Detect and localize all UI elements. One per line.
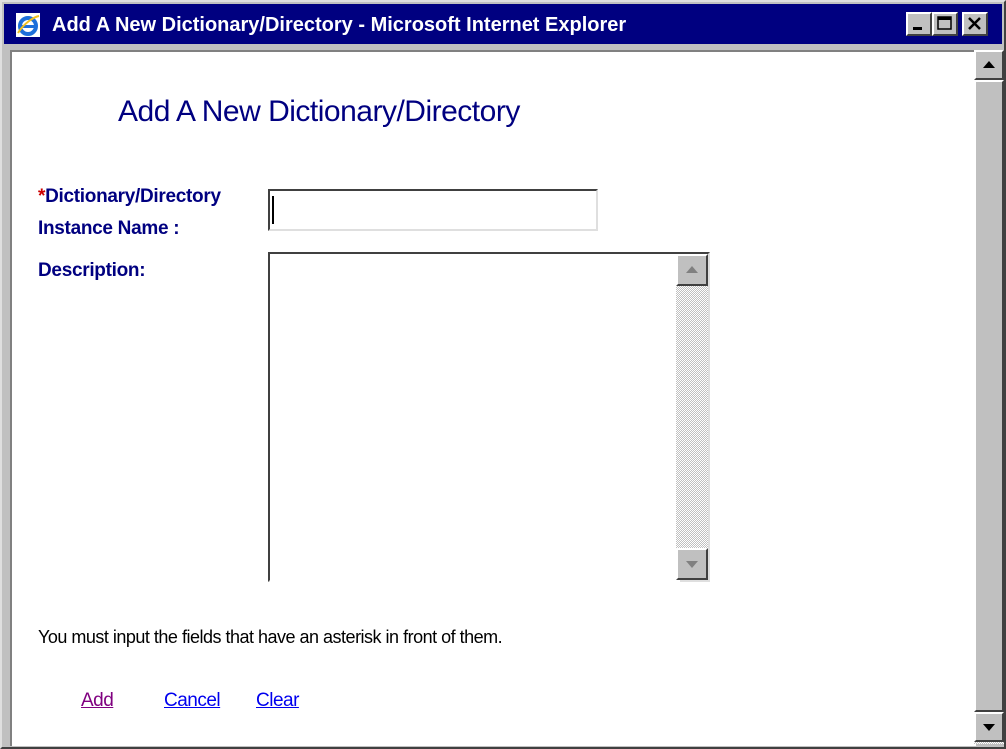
- page-scroll-up-button[interactable]: [974, 50, 1004, 80]
- instance-name-label-line1: Dictionary/Directory: [45, 186, 221, 207]
- page-scroll-thumb[interactable]: [974, 80, 1004, 712]
- page-title: Add A New Dictionary/Directory: [118, 95, 520, 128]
- arrow-up-icon: [983, 61, 995, 68]
- arrow-up-icon: [686, 266, 698, 273]
- ie-icon: [16, 13, 40, 37]
- browser-window: Add A New Dictionary/Directory - Microso…: [0, 0, 1006, 749]
- text-caret: [272, 196, 274, 224]
- title-bar[interactable]: Add A New Dictionary/Directory - Microso…: [4, 4, 1002, 44]
- description-textarea[interactable]: [270, 254, 680, 584]
- window-title: Add A New Dictionary/Directory - Microso…: [52, 14, 627, 36]
- description-field[interactable]: [268, 252, 710, 584]
- minimize-icon: [913, 27, 922, 30]
- instance-name-label-line2: Instance Name :: [38, 218, 180, 239]
- description-label: Description:: [38, 260, 146, 281]
- arrow-down-icon: [983, 724, 995, 731]
- cancel-link[interactable]: Cancel: [164, 689, 221, 713]
- clear-link[interactable]: Clear: [256, 689, 299, 713]
- description-scroll-up-button[interactable]: [676, 254, 708, 286]
- description-scroll-down-button[interactable]: [676, 548, 708, 580]
- page-scroll-down-button[interactable]: [974, 712, 1004, 742]
- arrow-down-icon: [686, 561, 698, 568]
- minimize-button[interactable]: [906, 12, 932, 36]
- required-fields-note: You must input the fields that have an a…: [38, 627, 503, 647]
- page-content: Add A New Dictionary/Directory *Dictiona…: [10, 50, 976, 746]
- maximize-button[interactable]: [932, 12, 958, 36]
- close-icon: [968, 17, 981, 30]
- instance-name-input[interactable]: [268, 189, 598, 231]
- instance-name-label: *Dictionary/Directory: [38, 184, 221, 210]
- page-scrollbar[interactable]: [974, 50, 1004, 744]
- maximize-icon: [937, 16, 952, 30]
- description-scrollbar[interactable]: [676, 254, 708, 580]
- add-link[interactable]: Add: [81, 689, 114, 713]
- close-button[interactable]: [962, 12, 988, 36]
